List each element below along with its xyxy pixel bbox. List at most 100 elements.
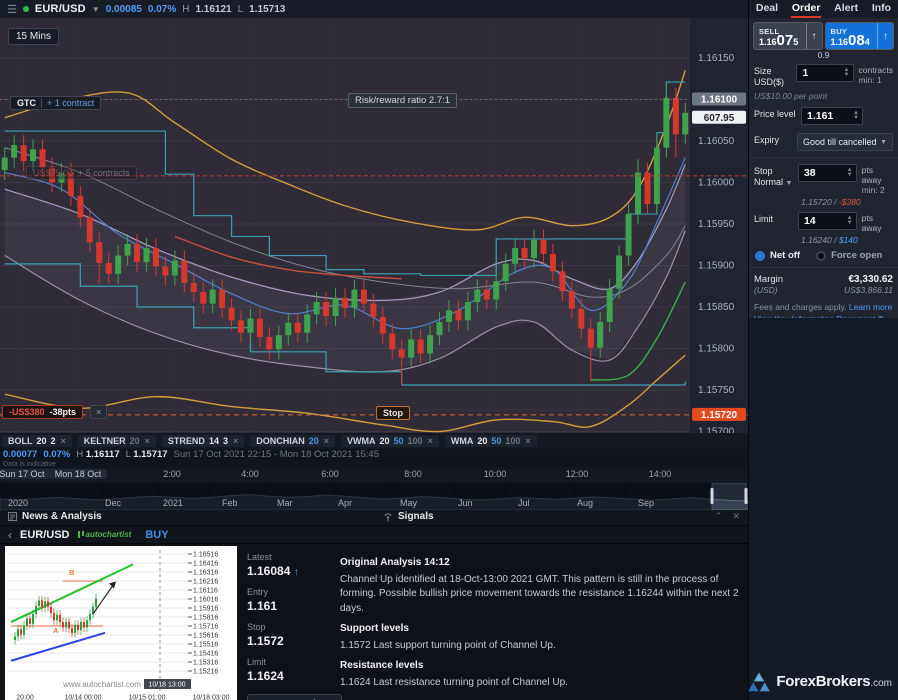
range-high-label: H: [76, 449, 83, 460]
stop-pl-points: -38pts: [50, 407, 77, 417]
price-badge[interactable]: 1.16100: [701, 95, 738, 106]
limit-projection: 1.16240 / $140: [801, 235, 893, 245]
faded-order-chip[interactable]: US$75.00 + 5 contracts: [26, 166, 137, 180]
tab-signals[interactable]: Signals: [383, 511, 434, 522]
copy-to-order-button[interactable]: Copy to Order ›: [247, 694, 342, 700]
buy-button[interactable]: BUY 1.16084 ↑: [826, 23, 894, 49]
close-panel-icon[interactable]: ✕: [732, 511, 740, 522]
price-level-label: Price level: [754, 107, 801, 120]
ticket-tab-order[interactable]: Order: [791, 0, 822, 18]
gtc-contracts: + 1 contract: [47, 98, 94, 108]
mini-x-tick: 20:00: [16, 695, 34, 700]
signal-header: ‹ EUR/USD autochartist BUY: [0, 526, 748, 544]
navigator-handle[interactable]: [711, 488, 714, 504]
price-badge[interactable]: 607.95: [704, 113, 735, 124]
latest-label: Latest: [247, 552, 335, 562]
range-change: 0.00077: [3, 449, 37, 460]
mini-y-tick: 1.16316: [193, 570, 218, 577]
price-change: 0.00085: [106, 4, 142, 15]
low-value: 1.15713: [249, 4, 285, 15]
stop-pl-chip[interactable]: -US$380 -38pts: [2, 405, 83, 419]
price-chart[interactable]: 1.161501.161001.160501.160001.159501.159…: [0, 18, 748, 433]
stop-field-label[interactable]: StopNormal ▼: [754, 164, 798, 189]
interval-selector[interactable]: 15 Mins: [8, 28, 59, 45]
stop-stepper[interactable]: ▲▼: [847, 168, 853, 178]
analysis-title: Original Analysis 14:12: [340, 556, 742, 571]
indicator-chip-vwma[interactable]: VWMA2050100×: [341, 435, 439, 447]
limit-stepper[interactable]: ▲▼: [847, 216, 853, 226]
force-open-radio[interactable]: [816, 251, 826, 261]
price-level-stepper[interactable]: ▲▼: [853, 111, 859, 121]
navigator-window[interactable]: [712, 483, 746, 510]
remove-indicator-icon[interactable]: ×: [324, 436, 329, 446]
expiry-select[interactable]: Good till cancelled ▼: [797, 133, 893, 151]
ticket-tab-info[interactable]: Info: [871, 0, 892, 18]
stop-projection: 1.15720 / -$380: [801, 197, 893, 207]
symbol-dropdown-caret[interactable]: ▼: [92, 5, 100, 14]
remove-indicator-icon[interactable]: ×: [61, 436, 66, 446]
indicator-chip-boll[interactable]: BOLL202×: [2, 435, 72, 447]
mini-y-tick: 1.16416: [193, 561, 218, 568]
remove-indicator-icon[interactable]: ×: [145, 436, 150, 446]
remove-stop-icon[interactable]: ×: [90, 405, 107, 419]
net-off-option[interactable]: Net off: [755, 250, 800, 261]
date-range: Sun 17 Oct 2021 22:15 - Mon 18 Oct 2021 …: [174, 449, 379, 460]
navigator-month-label: Mar: [277, 498, 293, 508]
symbol-name[interactable]: EUR/USD: [35, 3, 86, 15]
stop-type-caret-icon: ▼: [786, 180, 793, 187]
mini-y-tick: 1.16516: [193, 552, 218, 559]
back-chevron-icon[interactable]: ‹: [8, 528, 12, 542]
candlestick-chart[interactable]: 1.161501.161001.160501.160001.159501.159…: [0, 18, 748, 433]
y-axis-tick: 1.16050: [698, 136, 735, 147]
learn-more-link[interactable]: Learn more: [849, 302, 892, 312]
panel-headers: News & Analysis Signals ⌃ ✕: [0, 510, 748, 526]
price-badge[interactable]: 1.15720: [701, 410, 738, 421]
range-low: 1.15717: [133, 449, 167, 460]
y-axis-tick: 1.15850: [698, 302, 735, 313]
stop-input[interactable]: 38 ▲▼: [798, 164, 857, 182]
price-level-input[interactable]: 1.161 ▲▼: [801, 107, 863, 125]
indicator-chip-strend[interactable]: STREND143×: [162, 435, 244, 447]
ticket-tabs: Deal Order Alert Info: [749, 0, 898, 18]
navigator-month-label: 2021: [163, 498, 183, 508]
up-arrow-icon: ↑: [294, 567, 299, 578]
size-stepper[interactable]: ▲▼: [844, 68, 850, 78]
mini-y-tick: 1.16116: [193, 588, 218, 595]
force-open-option[interactable]: Force open: [816, 250, 882, 261]
menu-icon[interactable]: ☰: [7, 3, 17, 16]
stop-line-tag[interactable]: Stop: [376, 406, 410, 420]
navigator-month-label: Aug: [577, 498, 593, 508]
high-value: 1.16121: [195, 4, 231, 15]
remove-indicator-icon[interactable]: ×: [525, 436, 530, 446]
per-point-note: US$10.00 per point: [754, 91, 893, 101]
navigator-handle[interactable]: [745, 488, 748, 504]
remove-indicator-icon[interactable]: ×: [233, 436, 238, 446]
stop-pl-amount: -US$380: [9, 407, 45, 417]
range-change-pct: 0.07%: [43, 449, 70, 460]
resistance-title: Resistance levels: [340, 659, 742, 674]
limit-input[interactable]: 14 ▲▼: [798, 212, 857, 230]
tab-news-analysis[interactable]: News & Analysis: [8, 511, 102, 522]
indicator-chip-wma[interactable]: WMA2050100×: [445, 435, 537, 447]
y-axis-tick: 1.15950: [698, 219, 735, 230]
market-open-dot: [23, 6, 29, 12]
working-order-chip[interactable]: GTC + 1 contract: [10, 96, 101, 110]
chart-navigator[interactable]: 2020Dec2021FebMarAprMayJunJulAugSep: [0, 483, 748, 510]
faded-order-contracts: + 5 contracts: [78, 168, 130, 178]
limit-field-label: Limit: [754, 212, 798, 225]
indicator-chip-donchian[interactable]: DONCHIAN20×: [250, 435, 335, 447]
collapse-panel-icon[interactable]: ⌃: [715, 511, 723, 522]
ticket-tab-alert[interactable]: Alert: [833, 0, 859, 18]
divider: [749, 157, 898, 158]
size-input[interactable]: 1 ▲▼: [796, 64, 853, 82]
signal-content: 1.165161.164161.163161.162161.161161.160…: [0, 544, 748, 700]
remove-indicator-icon[interactable]: ×: [428, 436, 433, 446]
sell-button[interactable]: SELL 1.16075 ↑: [754, 23, 822, 49]
net-off-radio[interactable]: [755, 251, 765, 261]
time-axis-tick: 2:00: [163, 469, 181, 479]
ticket-tab-deal[interactable]: Deal: [755, 0, 779, 18]
forexbrokers-watermark: ForexBrokers.com: [748, 672, 892, 692]
signal-symbol[interactable]: EUR/USD: [20, 529, 70, 541]
mini-y-tick: 1.15616: [193, 633, 218, 640]
indicator-chip-keltner[interactable]: KELTNER20×: [78, 435, 156, 447]
